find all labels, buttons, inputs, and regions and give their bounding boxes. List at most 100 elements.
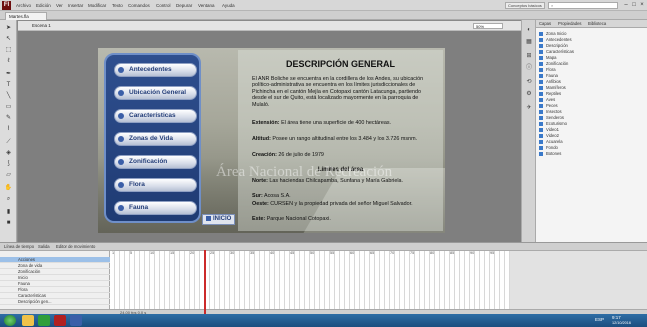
menu-button-antecedentes[interactable]: Antecedentes xyxy=(114,63,197,77)
align-icon[interactable]: ⊞ xyxy=(525,52,533,60)
menu-button-zonas-de-vida[interactable]: Zonas de Vida xyxy=(114,132,197,146)
library-item[interactable]: Peces xyxy=(539,103,558,108)
library-item[interactable]: Zonificación xyxy=(539,61,568,66)
frame-grid[interactable]: 1 5 10 15 20 25 30 35 40 45 50 55 60 65 … xyxy=(110,251,510,309)
library-item[interactable]: Zona Inicio xyxy=(539,31,566,36)
frame-number: 5 xyxy=(130,251,133,255)
lasso-tool-icon[interactable]: ℓ xyxy=(4,57,13,66)
library-tabs: Capas Propiedades Biblioteca xyxy=(536,20,647,28)
zoom-tool-icon[interactable]: ⌕ xyxy=(4,195,13,204)
scene-label[interactable]: Escena 1 xyxy=(32,23,51,28)
menu-button-caracteristicas[interactable]: Características xyxy=(114,109,197,123)
library-item[interactable]: Senderos xyxy=(539,115,564,120)
swatches-icon[interactable]: ▦ xyxy=(525,38,533,46)
library-item[interactable]: Flora xyxy=(539,67,556,72)
library-item[interactable]: Insectos xyxy=(539,109,562,114)
color-panel-icon[interactable]: ◐ xyxy=(525,26,533,34)
library-item[interactable]: Ecoturismo xyxy=(539,121,567,126)
menu-comandos[interactable]: Comandos xyxy=(128,3,150,8)
components-icon[interactable]: ⚙ xyxy=(525,90,533,98)
library-item[interactable]: Acuarela xyxy=(539,139,563,144)
library-item[interactable]: Antecedentes xyxy=(539,37,572,42)
paint-bucket-icon[interactable]: ◈ xyxy=(4,149,13,158)
menu-ventana[interactable]: Ventana xyxy=(198,3,215,8)
menu-button-zonificacion[interactable]: Zonificación xyxy=(114,155,197,169)
south-label: Sur: xyxy=(252,193,263,199)
fill-color-icon[interactable]: ■ xyxy=(4,219,13,228)
library-item[interactable]: Fauna xyxy=(539,73,558,78)
text-tool-icon[interactable]: T xyxy=(4,81,13,90)
menu-button-flora[interactable]: Flora xyxy=(114,178,197,192)
library-item[interactable]: Mamíferos xyxy=(539,85,566,90)
library-item[interactable]: Características xyxy=(539,49,574,54)
workspace-select[interactable]: Conceptos básicos xyxy=(505,2,545,9)
tools-panel: ➤ ↖ ⬚ ℓ ✒ T ╲ ▭ ✎ ⌇ ⟋ ◈ ⟆ ▱ ✋ ⌕ ▮ ■ xyxy=(0,20,17,242)
motion-presets-icon[interactable]: ✈ xyxy=(525,104,533,112)
menu-ayuda[interactable]: Ayuda xyxy=(222,3,235,8)
tab-biblioteca[interactable]: Biblioteca xyxy=(588,21,606,26)
library-item[interactable]: Mapa xyxy=(539,55,556,60)
home-button-label: INICIO xyxy=(213,216,232,222)
zoom-select[interactable]: 50% xyxy=(473,23,503,29)
library-item[interactable]: Descripción xyxy=(539,43,568,48)
menu-archivo[interactable]: Archivo xyxy=(16,3,31,8)
tab-output[interactable]: Salida xyxy=(38,244,50,249)
library-item[interactable]: Reptiles xyxy=(539,91,561,96)
tab-motion-editor[interactable]: Editor de movimiento xyxy=(56,244,95,249)
menu-button-fauna[interactable]: Fauna xyxy=(114,201,197,215)
flash-logo-icon: Fl xyxy=(2,1,11,10)
library-item[interactable]: Aves xyxy=(539,97,555,102)
minimize-icon[interactable]: – xyxy=(622,1,630,9)
menu-depurar[interactable]: Depurar xyxy=(176,3,192,8)
pencil-tool-icon[interactable]: ✎ xyxy=(4,114,13,123)
explorer-icon[interactable] xyxy=(22,315,34,326)
layer-row[interactable]: Descripción gen... xyxy=(0,299,110,305)
maximize-icon[interactable]: □ xyxy=(630,1,638,9)
tab-document[interactable]: Martes.fla xyxy=(5,12,47,20)
eyedropper-icon[interactable]: ⟆ xyxy=(4,160,13,169)
stage-canvas[interactable]: Antecedentes Ubicación General Caracterí… xyxy=(98,48,445,233)
start-button-icon[interactable] xyxy=(4,315,16,326)
selection-tool-icon[interactable]: ➤ xyxy=(4,24,13,33)
tab-capas[interactable]: Capas xyxy=(539,21,551,26)
transform-panel-icon[interactable]: ⟲ xyxy=(525,78,533,86)
rectangle-tool-icon[interactable]: ▭ xyxy=(4,103,13,112)
app-taskbar-icon[interactable] xyxy=(70,315,82,326)
library-item[interactable]: Anfibios xyxy=(539,79,561,84)
playhead[interactable] xyxy=(204,250,206,314)
menu-texto[interactable]: Texto xyxy=(112,3,123,8)
library-item[interactable]: Video2 xyxy=(539,133,559,138)
language-indicator[interactable]: ESP xyxy=(595,317,604,322)
menu-modificar[interactable]: Modificar xyxy=(88,3,106,8)
media-player-icon[interactable] xyxy=(38,315,50,326)
menu-ver[interactable]: Ver xyxy=(56,3,63,8)
menu-control[interactable]: Control xyxy=(156,3,171,8)
line-tool-icon[interactable]: ╲ xyxy=(4,92,13,101)
menu-button-ubicacion[interactable]: Ubicación General xyxy=(114,86,197,100)
hand-tool-icon[interactable]: ✋ xyxy=(4,184,13,193)
info-icon[interactable]: ⓘ xyxy=(525,64,533,72)
creation-paragraph: Creación: 26 de julio de 1979 xyxy=(252,152,432,158)
help-search-input[interactable]: ⌕ xyxy=(548,2,618,9)
brush-tool-icon[interactable]: ⌇ xyxy=(4,125,13,134)
frame-number: 25 xyxy=(210,251,215,255)
timeline-panel: Línea de tiempo Salida Editor de movimie… xyxy=(0,242,647,315)
transform-tool-icon[interactable]: ⬚ xyxy=(4,46,13,55)
flash-taskbar-icon[interactable] xyxy=(54,315,66,326)
close-icon[interactable]: × xyxy=(638,1,646,9)
home-button[interactable]: INICIO xyxy=(202,214,236,225)
tab-propiedades[interactable]: Propiedades xyxy=(558,21,582,26)
pen-tool-icon[interactable]: ✒ xyxy=(4,70,13,79)
eraser-icon[interactable]: ▱ xyxy=(4,171,13,180)
menu-insertar[interactable]: Insertar xyxy=(68,3,83,8)
library-item[interactable]: Botones xyxy=(539,151,561,156)
library-item[interactable]: Video1 xyxy=(539,127,559,132)
tab-timeline[interactable]: Línea de tiempo xyxy=(4,244,34,249)
bone-tool-icon[interactable]: ⟋ xyxy=(4,138,13,147)
library-item[interactable]: Fondo xyxy=(539,145,558,150)
extension-paragraph: Extensión: El área tiene una superficie … xyxy=(252,120,432,126)
extension-text: El área tiene una superficie de 400 hect… xyxy=(281,120,392,126)
stroke-color-icon[interactable]: ▮ xyxy=(4,208,13,217)
menu-edicion[interactable]: Edición xyxy=(36,3,51,8)
subselection-tool-icon[interactable]: ↖ xyxy=(4,35,13,44)
